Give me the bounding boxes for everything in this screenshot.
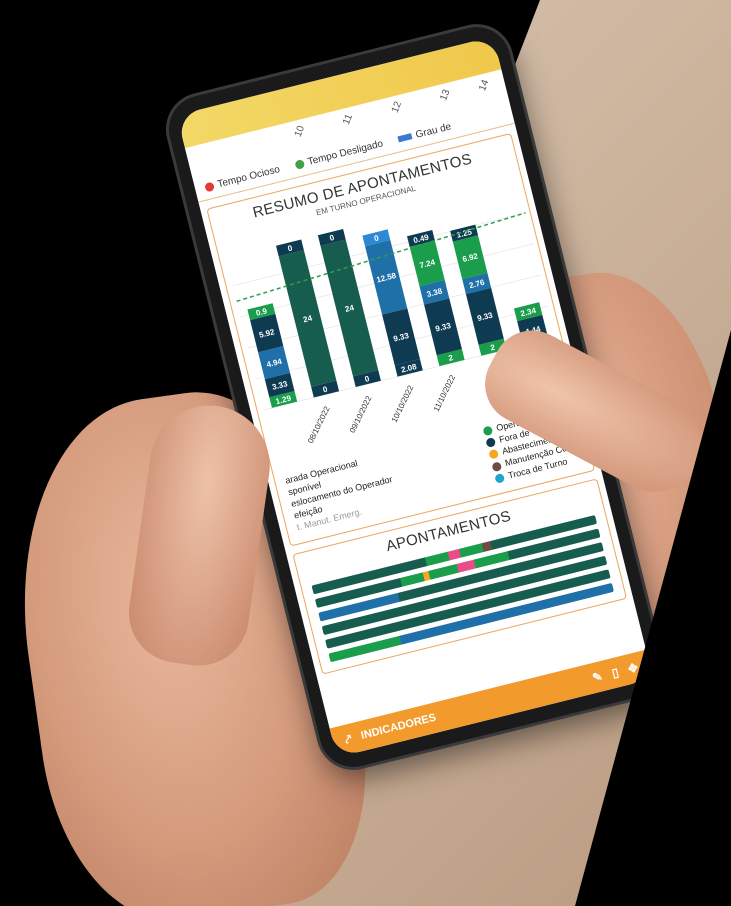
brown-dot-icon — [491, 460, 503, 472]
orange-dot-icon — [488, 448, 500, 460]
edit-icon[interactable]: ✎ — [591, 669, 604, 685]
x-label: 14 — [477, 78, 492, 93]
x-label: 10 — [292, 124, 308, 139]
move-arrows-icon[interactable]: ✥ — [627, 660, 640, 676]
green-dot-icon — [482, 425, 494, 437]
x-label: 13 — [438, 88, 453, 103]
category-tick-label: 08/10/2022 — [306, 404, 332, 444]
teal-dot-icon — [494, 472, 506, 484]
navy-dot-icon — [485, 437, 497, 449]
x-label: 12 — [389, 100, 405, 115]
green-dot-icon — [294, 158, 306, 170]
document-icon[interactable]: ▯ — [610, 665, 620, 680]
trend-chart-icon: ⤤ — [343, 731, 354, 747]
blue-line-icon — [397, 133, 413, 143]
category-tick-label: 10/10/2022 — [390, 383, 416, 423]
photo-stage: 10 11 12 13 14 Tempo Ocioso Tempo Deslig… — [0, 0, 731, 906]
category-tick-label: 11/10/2022 — [432, 373, 458, 413]
x-label: 11 — [341, 112, 356, 127]
indicadores-label[interactable]: INDICADORES — [360, 712, 438, 742]
category-tick-label: 09/10/2022 — [348, 394, 374, 434]
red-dot-icon — [204, 181, 216, 193]
